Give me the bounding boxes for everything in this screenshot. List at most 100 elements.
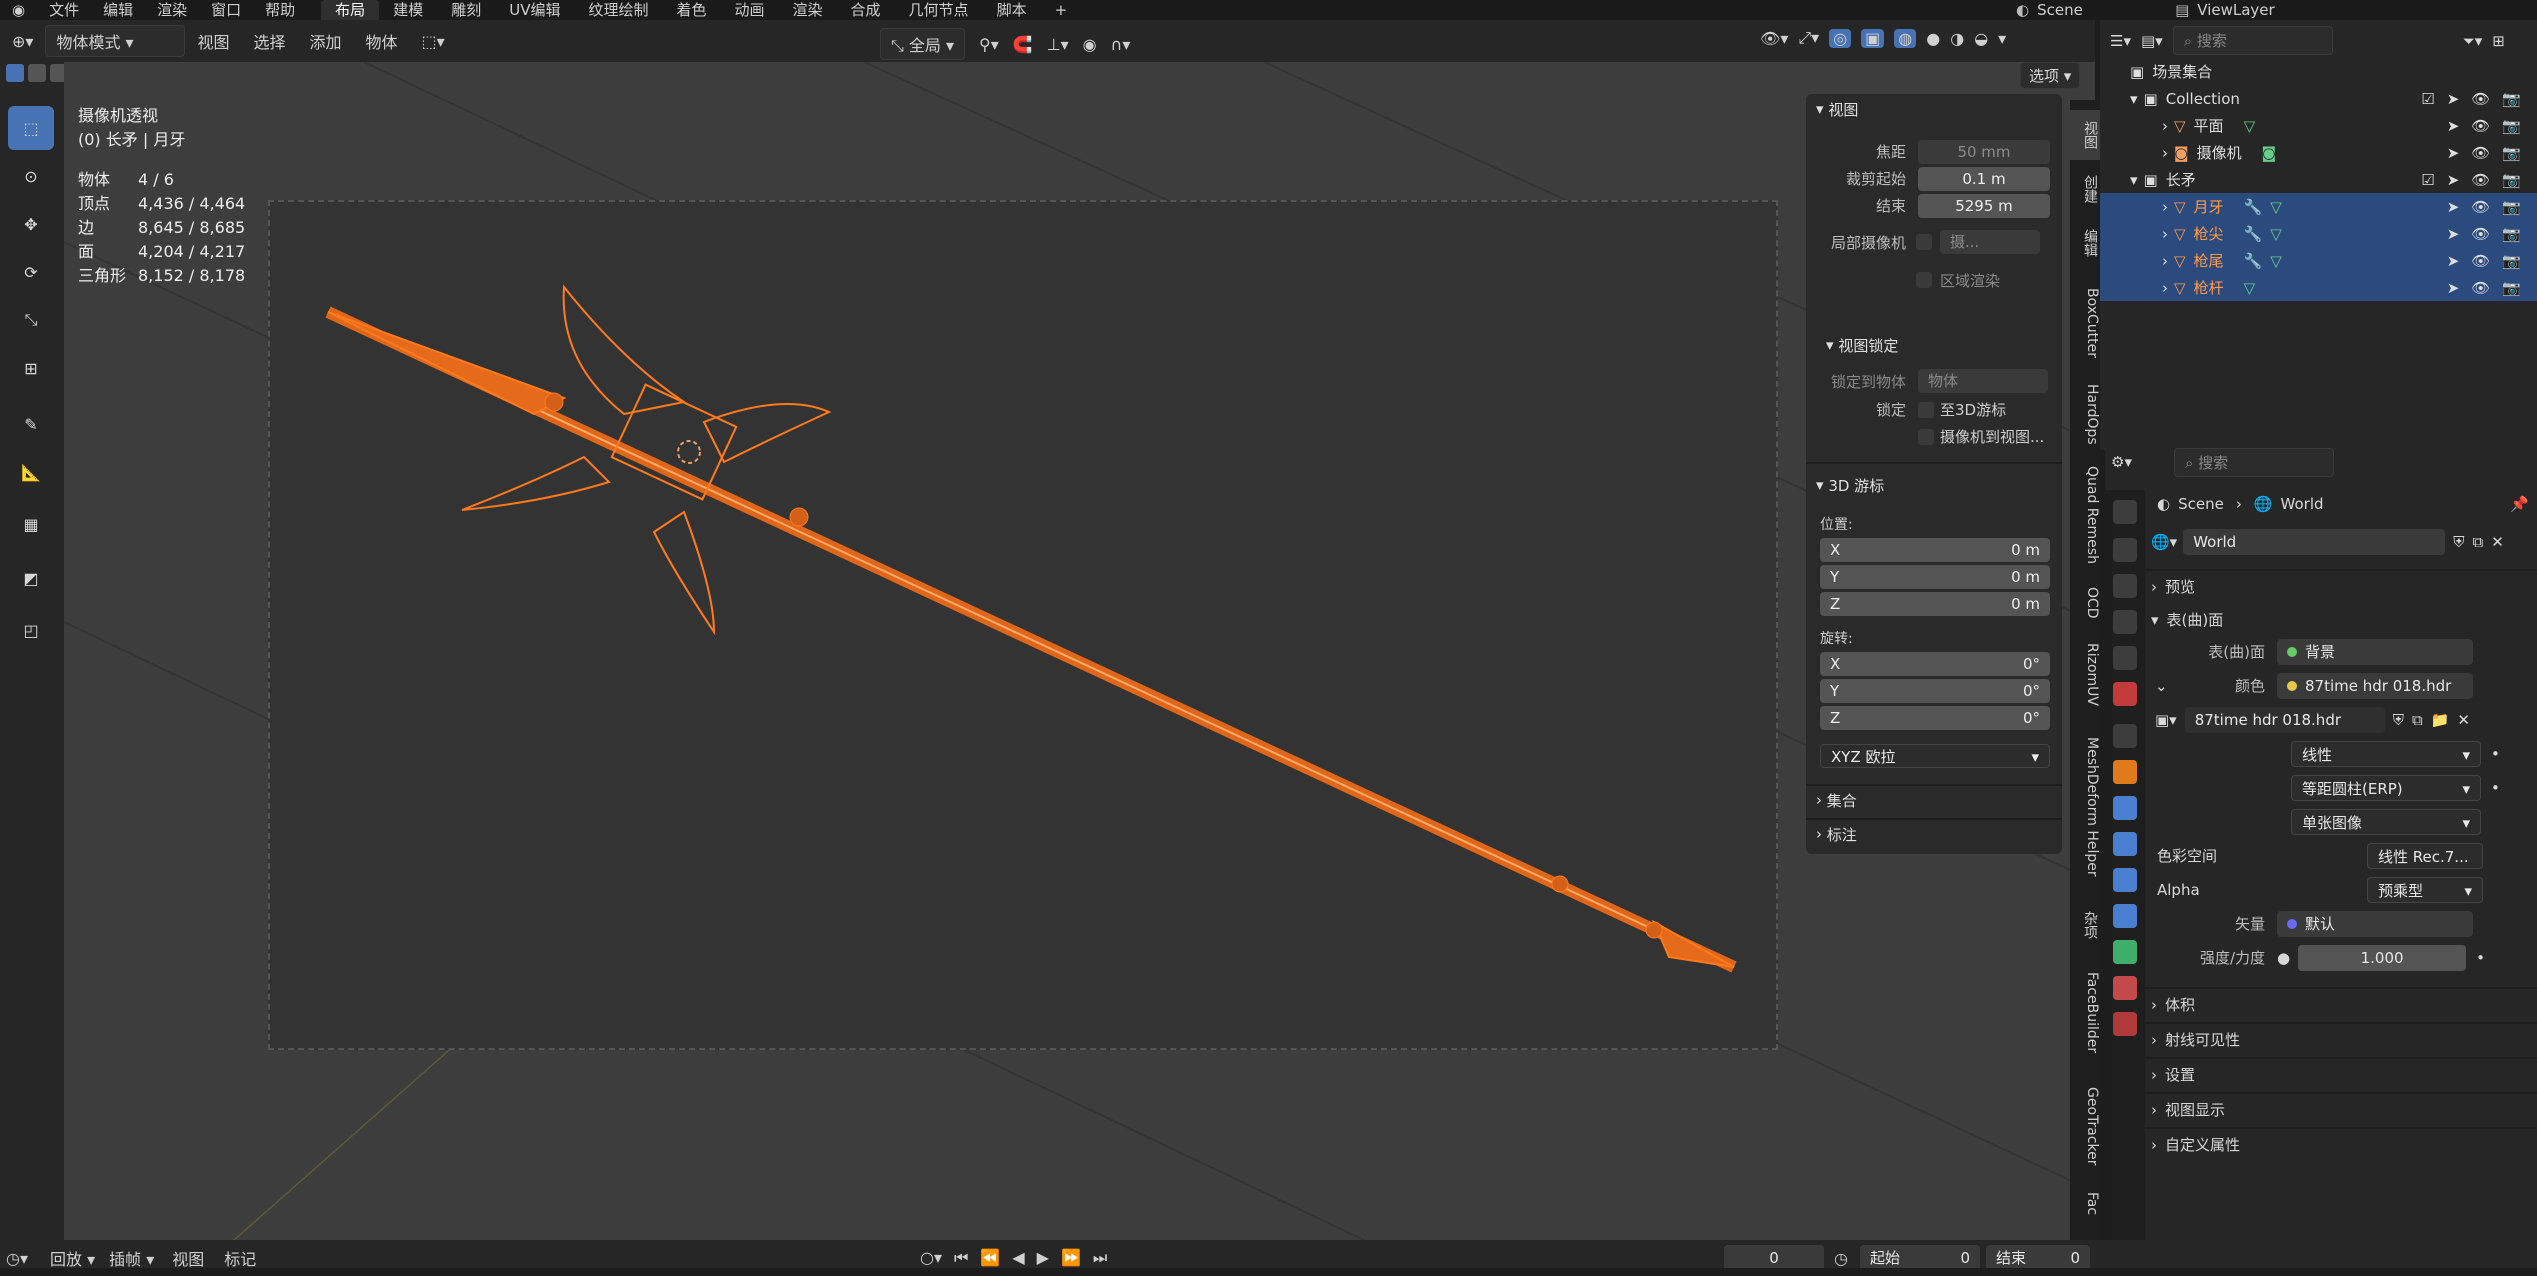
world-name-field[interactable]: World <box>2183 528 2446 555</box>
play-icon[interactable]: ▶ <box>1037 1248 1049 1268</box>
interpolation-dropdown[interactable]: 线性 ▾ <box>2291 740 2481 767</box>
menu-edit[interactable]: 编辑 <box>91 0 145 20</box>
output-tab-icon[interactable] <box>2113 574 2137 598</box>
annotation-section-header[interactable]: › 标注 <box>1806 818 2062 848</box>
particles-tab-icon[interactable] <box>2113 832 2137 856</box>
timeline-editor-icon[interactable]: ◷▾ <box>6 1249 28 1268</box>
jump-end-icon[interactable]: ⏭ <box>1093 1248 1107 1268</box>
breadcrumb-world[interactable]: World <box>2281 495 2324 513</box>
render-tab-icon[interactable] <box>2113 538 2137 562</box>
outliner-search-input[interactable]: ⌕ 搜索 <box>2172 26 2333 55</box>
tab-boxcutter[interactable]: BoxCutter <box>2070 278 2100 368</box>
local-camera-checkbox[interactable] <box>1916 234 1932 250</box>
colorspace-dropdown[interactable]: 线性 Rec.7... <box>2367 842 2483 869</box>
modifier-tab-icon[interactable] <box>2113 796 2137 820</box>
outliner-row-collection[interactable]: ▾ ▣ Collection ☑ ➤ 👁 📷 <box>2100 85 2537 112</box>
viewport-display-section-header[interactable]: › 视图显示 <box>2145 1092 2537 1125</box>
open-folder-icon[interactable]: 📁 <box>2431 711 2450 729</box>
properties-search-input[interactable]: ⌕ 搜索 <box>2173 447 2334 477</box>
constraints-tab-icon[interactable] <box>2113 904 2137 928</box>
duplicate-icon[interactable]: ⧉ <box>2412 711 2423 729</box>
spear-wireframe[interactable] <box>64 62 2095 1240</box>
transform-tool[interactable]: ⊞ <box>8 346 54 390</box>
tab-geotracker[interactable]: GeoTracker <box>2070 1076 2100 1176</box>
outliner-row-spear-tail[interactable]: › ▽ 枪尾 🔧 ▽ ➤ 👁 📷 <box>2100 247 2537 274</box>
rendered-shading-icon[interactable]: ◒ <box>1974 29 1988 48</box>
transform-orientation-dropdown[interactable]: ⤡ 全局 ▾ <box>880 28 966 60</box>
hardops-tool[interactable]: ◰ <box>8 608 54 652</box>
cursor-location-z[interactable]: Z0 m <box>1820 592 2050 616</box>
fake-user-icon[interactable]: ⛨ <box>2453 533 2464 551</box>
volume-section-header[interactable]: › 体积 <box>2145 987 2537 1020</box>
collection-tab-icon[interactable] <box>2113 724 2137 748</box>
tab-meshdeform-helper[interactable]: MeshDeform Helper <box>2070 722 2100 892</box>
tab-geometry-nodes[interactable]: 几何节点 <box>895 0 983 20</box>
tab-facebuilder[interactable]: FaceBuilder <box>2070 958 2100 1068</box>
collection-section-header[interactable]: › 集合 <box>1806 784 2062 814</box>
cursor-location-x[interactable]: X0 m <box>1820 538 2050 562</box>
timeline-view-menu[interactable]: 视图 <box>172 1246 204 1270</box>
tab-animation[interactable]: 动画 <box>721 0 779 20</box>
tab-modeling[interactable]: 建模 <box>379 0 437 20</box>
preview-range-icon[interactable]: ◷ <box>1834 1249 1848 1268</box>
tab-rizomuv[interactable]: RizomUV <box>2070 634 2100 714</box>
unlink-icon[interactable]: ✕ <box>2457 711 2470 729</box>
select-box-tool[interactable]: ⬚ <box>8 106 54 150</box>
filter-icon[interactable]: ⏷▾ <box>2463 32 2483 50</box>
tab-compositing[interactable]: 合成 <box>837 0 895 20</box>
menu-add[interactable]: 添加 <box>297 29 353 53</box>
scene-tab-icon[interactable] <box>2113 646 2137 670</box>
surface-section-header[interactable]: ▾ 表(曲)面 <box>2145 603 2537 636</box>
clip-end-field[interactable]: 5295 m <box>1918 193 2050 218</box>
boxcutter-tool[interactable]: ◩ <box>8 556 54 600</box>
clip-start-field[interactable]: 0.1 m <box>1918 166 2050 191</box>
material-shading-icon[interactable]: ◑ <box>1950 29 1964 48</box>
snap-icon[interactable]: 🧲 <box>1013 35 1033 54</box>
tab-texture-paint[interactable]: 纹理绘制 <box>574 0 662 20</box>
material-tab-icon[interactable] <box>2113 976 2137 1000</box>
tab-layout[interactable]: 布局 <box>321 0 380 20</box>
menu-window[interactable]: 窗口 <box>199 0 253 20</box>
display-mode-icon[interactable]: ▤▾ <box>2141 32 2163 50</box>
3d-viewport[interactable]: 摄像机透视 (0) 长矛 | 月牙 物体 4 / 6 顶点 4,436 / 4,46… <box>64 62 2095 1240</box>
fake-user-icon[interactable]: ⛨ <box>2393 711 2404 729</box>
physics-tab-icon[interactable] <box>2113 868 2137 892</box>
cursor-tool[interactable]: ⊙ <box>8 154 54 198</box>
outliner-row-plane[interactable]: › ▽ 平面 ▽ ➤ 👁 📷 <box>2100 112 2537 139</box>
tab-sculpt[interactable]: 雕刻 <box>437 0 495 20</box>
auto-key-icon[interactable]: ○▾ <box>920 1248 942 1268</box>
image-name-field[interactable]: 87time hdr 018.hdr <box>2184 706 2385 733</box>
scene-name[interactable]: Scene <box>2037 1 2167 19</box>
lock-cursor-checkbox[interactable] <box>1918 401 1934 418</box>
solid-shading-icon[interactable]: ● <box>1926 29 1940 48</box>
scale-tool[interactable]: ⤡ <box>8 298 54 342</box>
tab-view[interactable]: 视图 <box>2070 110 2100 160</box>
tab-uv[interactable]: UV编辑 <box>495 0 574 20</box>
properties-editor-icon[interactable]: ⚙▾ <box>2111 453 2132 471</box>
menu-select[interactable]: 选择 <box>241 29 297 53</box>
outliner-row-spear-collection[interactable]: ▾ ▣ 长矛 ☑ ➤ 👁 📷 <box>2100 166 2537 193</box>
shading-options-icon[interactable]: ▾ <box>1998 29 2006 48</box>
jump-keyframe-forward-icon[interactable]: ⏩ <box>1061 1248 1081 1268</box>
expand-chevron-icon[interactable]: ⌄ <box>2155 677 2175 695</box>
proportional-edit-icon[interactable]: ◉ <box>1083 35 1097 54</box>
lock-object-field[interactable]: 物体 <box>1918 369 2048 393</box>
keyframe-dot-icon[interactable]: • <box>2491 745 2500 763</box>
3d-cursor-section-header[interactable]: ▾ 3D 游标 <box>1806 470 1884 500</box>
options-dropdown[interactable]: 选项 ▾ <box>2020 62 2081 89</box>
cursor-rotation-x[interactable]: X 0° <box>1820 652 2050 676</box>
strength-field[interactable]: 1.000 <box>2298 944 2467 971</box>
tab-fac[interactable]: Fac <box>2070 1184 2100 1224</box>
local-camera-field[interactable]: 摄... <box>1940 230 2040 254</box>
projection-dropdown[interactable]: 等距圆柱(ERP) ▾ <box>2291 774 2481 801</box>
object-tab-icon[interactable] <box>2113 760 2137 784</box>
duplicate-icon[interactable]: ⧉ <box>2472 533 2483 551</box>
play-reverse-icon[interactable]: ◀ <box>1012 1248 1024 1268</box>
surface-field[interactable]: 背景 <box>2277 638 2473 665</box>
outliner-row-spear-shaft[interactable]: › ▽ 枪杆 ▽ ➤ 👁 📷 <box>2100 274 2537 301</box>
view-lock-section-header[interactable]: ▾ 视图锁定 <box>1816 330 1898 360</box>
pin-icon[interactable]: 📌 <box>2510 495 2529 513</box>
view-layer-icon[interactable]: ▤ <box>2175 1 2189 19</box>
unlink-icon[interactable]: ✕ <box>2491 533 2504 551</box>
add-cube-tool[interactable]: ▦ <box>8 502 54 546</box>
